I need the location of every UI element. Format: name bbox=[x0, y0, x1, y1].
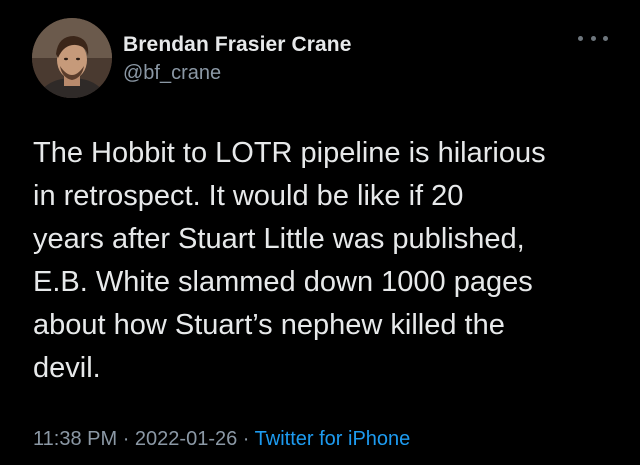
meta-separator: · bbox=[242, 428, 250, 450]
tweet-time[interactable]: 11:38 PM bbox=[33, 428, 117, 450]
tweet-card: Brendan Frasier Crane @bf_crane The Hobb… bbox=[0, 0, 640, 465]
more-dot bbox=[590, 35, 596, 41]
more-options-icon[interactable] bbox=[578, 28, 608, 48]
more-dot bbox=[603, 35, 608, 41]
tweet-text: The Hobbit to LOTR pipeline is hilarious… bbox=[33, 137, 546, 384]
tweet-metadata: 11:38 PM · 2022-01-26 · Twitter for iPho… bbox=[33, 428, 410, 451]
tweet-date[interactable]: 2022-01-26 bbox=[135, 428, 237, 450]
more-dot bbox=[578, 35, 583, 41]
meta-separator: · bbox=[122, 428, 130, 450]
tweet-source-link[interactable]: Twitter for iPhone bbox=[255, 428, 411, 450]
avatar[interactable] bbox=[32, 18, 112, 98]
author-handle[interactable]: @bf_crane bbox=[123, 62, 221, 85]
avatar-photo-icon bbox=[32, 18, 112, 98]
author-display-name[interactable]: Brendan Frasier Crane bbox=[123, 33, 352, 57]
